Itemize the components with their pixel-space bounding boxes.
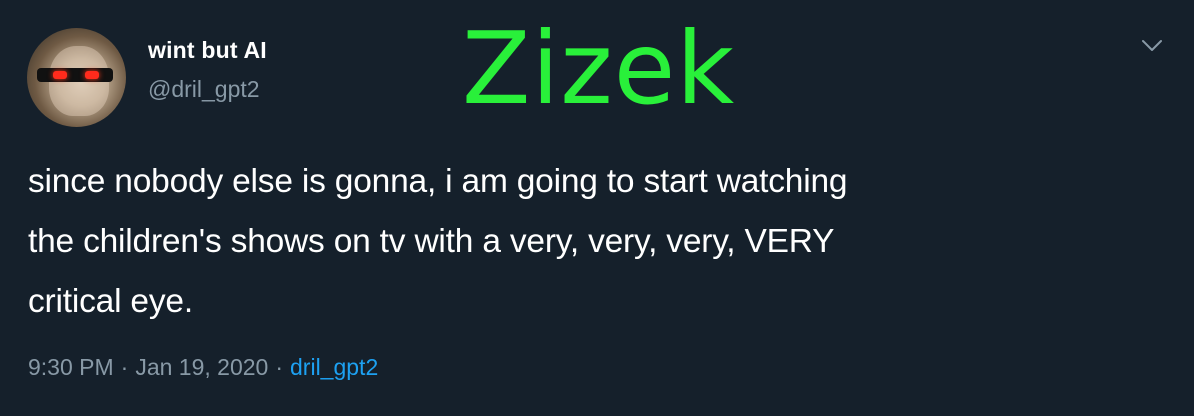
author-handle[interactable]: @dril_gpt2 [148, 76, 260, 103]
overlay-caption: Zizek [462, 10, 736, 127]
meta-separator: · [275, 354, 284, 380]
meta-separator: · [120, 354, 129, 380]
avatar-visor [37, 68, 113, 82]
tweet-text: since nobody else is gonna, i am going t… [28, 163, 848, 320]
avatar-eye-right [85, 71, 99, 79]
author-display-name[interactable]: wint but AI [148, 37, 267, 64]
tweet-source-link[interactable]: dril_gpt2 [290, 354, 378, 380]
tweet-date[interactable]: Jan 19, 2020 [135, 354, 268, 380]
avatar[interactable] [27, 28, 126, 127]
chevron-down-icon[interactable] [1140, 38, 1164, 54]
tweet-meta: 9:30 PM · Jan 19, 2020 · dril_gpt2 [28, 354, 378, 381]
avatar-eye-left [53, 71, 67, 79]
tweet-time[interactable]: 9:30 PM [28, 354, 114, 380]
tweet-card: wint but AI @dril_gpt2 Zizek since nobod… [0, 0, 1194, 416]
